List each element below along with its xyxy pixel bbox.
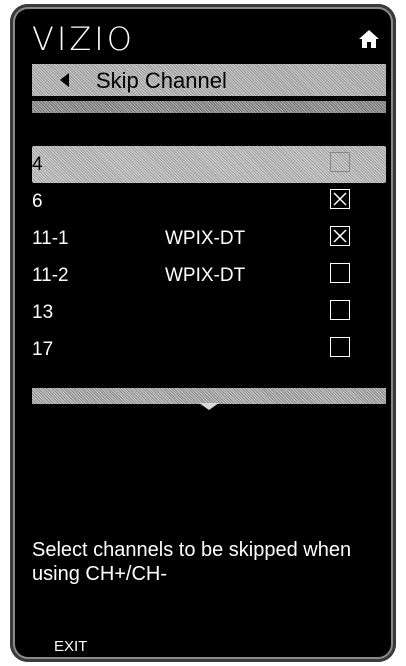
channel-number: 6 — [32, 191, 43, 212]
vizio-logo: VIZIO — [32, 20, 135, 58]
home-icon[interactable] — [358, 28, 380, 50]
channel-name: WPIX-DT — [165, 265, 246, 286]
menu-title-bar: Skip Channel — [32, 64, 386, 96]
check-x-icon — [333, 229, 347, 243]
channel-row[interactable]: 17 — [32, 331, 386, 368]
channel-number: 11-2 — [32, 265, 69, 286]
channel-number: 11-1 — [32, 228, 69, 249]
skip-checkbox[interactable] — [330, 337, 350, 357]
channel-row[interactable]: 11-2 WPIX-DT — [32, 257, 386, 294]
list-bottom-bar — [32, 388, 386, 404]
skip-checkbox[interactable] — [330, 226, 350, 246]
channel-row[interactable]: 11-1 WPIX-DT — [32, 220, 386, 257]
skip-checkbox[interactable] — [330, 152, 350, 172]
skip-checkbox[interactable] — [330, 189, 350, 209]
header: VIZIO — [10, 4, 396, 62]
check-x-icon — [333, 192, 347, 206]
skip-checkbox[interactable] — [330, 300, 350, 320]
channel-row[interactable]: 6 — [32, 183, 386, 220]
tv-menu-panel: VIZIO Skip Channel 4 6 11-1 WPIX-DT 11-2… — [10, 4, 396, 662]
skip-checkbox[interactable] — [330, 263, 350, 283]
channel-number: 13 — [32, 302, 54, 323]
channel-row[interactable]: 4 — [32, 146, 386, 183]
help-text: Select channels to be skipped when using… — [32, 539, 352, 585]
channel-name: WPIX-DT — [165, 228, 246, 249]
exit-button[interactable]: EXIT — [54, 638, 87, 655]
divider-bar — [32, 101, 386, 113]
channel-number: 4 — [32, 154, 43, 175]
scroll-down-arrow-icon[interactable] — [199, 403, 219, 410]
channel-number: 17 — [32, 339, 54, 360]
menu-title: Skip Channel — [96, 68, 227, 93]
back-arrow-icon[interactable] — [60, 73, 69, 87]
channel-row[interactable]: 13 — [32, 294, 386, 331]
channel-list: 4 6 11-1 WPIX-DT 11-2 WPIX-DT 13 17 — [32, 146, 386, 368]
